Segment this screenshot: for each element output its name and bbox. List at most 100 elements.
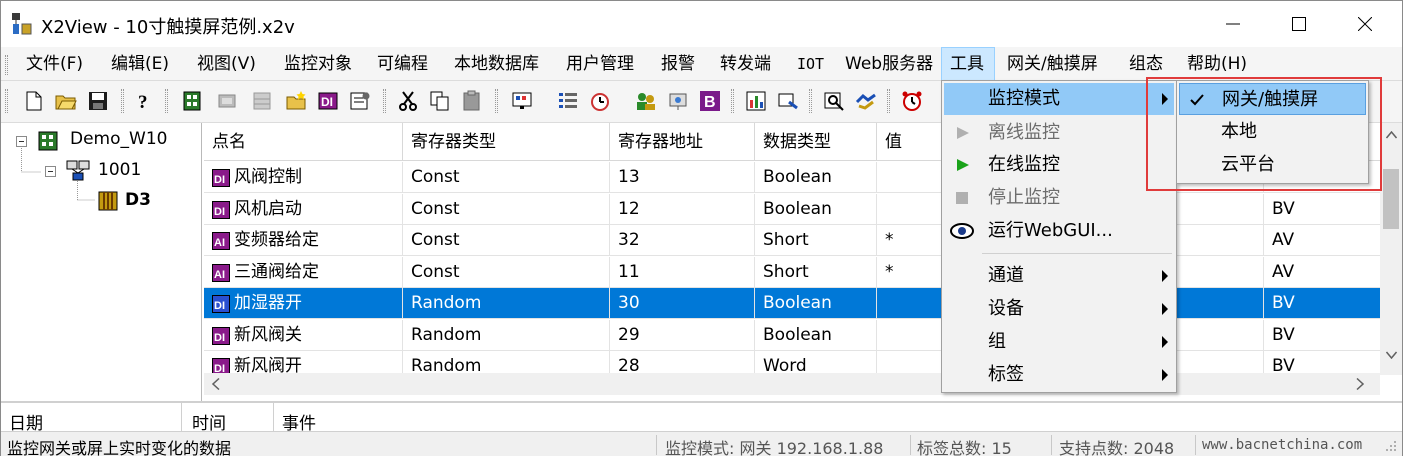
new-file-icon[interactable] <box>23 90 45 112</box>
collapse-toggle[interactable] <box>45 166 56 177</box>
header-register-type[interactable]: 寄存器类型 <box>403 123 610 161</box>
export-icon[interactable] <box>777 90 799 112</box>
event-header-event[interactable]: 事件 <box>282 409 316 431</box>
status-monitor-mode: 监控模式: 网关 192.168.1.88 <box>665 439 884 456</box>
status-bar: 监控网关或屏上实时变化的数据 监控模式: 网关 192.168.1.88 标签总… <box>1 431 1402 456</box>
menu-monitor-objects[interactable]: 监控对象 <box>284 47 352 81</box>
digital-input-icon: DI <box>212 169 230 187</box>
menu-file[interactable]: 文件(F) <box>26 47 83 81</box>
header-data-type[interactable]: 数据类型 <box>755 123 877 161</box>
menu-forwarder[interactable]: 转发端 <box>720 47 771 81</box>
add-group-icon[interactable] <box>251 90 273 112</box>
copy-icon[interactable] <box>429 90 451 112</box>
minimize-button[interactable] <box>1200 1 1266 47</box>
divider <box>1051 435 1052 455</box>
paste-icon[interactable] <box>461 90 483 112</box>
menu-item-offline-monitor[interactable]: 离线监控 <box>944 117 1174 149</box>
add-tag-icon[interactable]: DI <box>317 90 339 112</box>
add-folder-icon[interactable] <box>285 90 307 112</box>
menu-iot[interactable]: IOT <box>797 47 824 81</box>
open-folder-icon[interactable] <box>55 90 77 112</box>
event-header-time[interactable]: 时间 <box>192 409 226 431</box>
cell-dtype: Boolean <box>755 319 877 351</box>
scroll-right-icon[interactable] <box>1356 378 1364 390</box>
menu-item-tag[interactable]: 标签 <box>944 359 1174 391</box>
help-icon[interactable]: ? <box>133 90 155 112</box>
close-button[interactable] <box>1332 1 1398 47</box>
chart-icon[interactable] <box>745 90 767 112</box>
alarm-clock-icon[interactable] <box>901 90 923 112</box>
analog-input-icon: AI <box>212 232 230 250</box>
users-icon[interactable] <box>635 90 657 112</box>
table-row[interactable]: DI 风机启动 Const 12 Boolean BV <box>204 193 1381 225</box>
table-row[interactable]: DI 新风阀开 Random 28 Word BV <box>204 351 1381 375</box>
maximize-icon <box>1292 17 1306 31</box>
tree-root-label[interactable]: Demo_W10 <box>70 129 167 149</box>
menu-item-online-monitor[interactable]: 在线监控 <box>944 149 1174 181</box>
header-register-address[interactable]: 寄存器地址 <box>610 123 755 161</box>
vertical-scroll-thumb[interactable] <box>1383 169 1399 229</box>
cut-icon[interactable] <box>397 90 419 112</box>
menu-item-monitor-mode[interactable]: 监控模式 <box>944 83 1174 115</box>
menu-item-run-webgui[interactable]: 运行WebGUI... <box>944 215 1174 247</box>
menu-gateway-touchscreen[interactable]: 网关/触摸屏 <box>1007 47 1098 81</box>
submenu-arrow-icon <box>1162 270 1168 282</box>
header-point-name[interactable]: 点名 <box>204 123 403 161</box>
menu-configuration[interactable]: 组态 <box>1129 47 1163 81</box>
collapse-toggle[interactable] <box>16 136 27 147</box>
menu-item-stop-monitor[interactable]: 停止监控 <box>944 182 1174 214</box>
menu-edit[interactable]: 编辑(E) <box>111 47 169 81</box>
menu-alarm[interactable]: 报警 <box>661 47 695 81</box>
timer-icon[interactable] <box>589 90 611 112</box>
highlight-callout-box <box>1146 77 1382 191</box>
digital-input-icon: DI <box>212 295 230 313</box>
eye-icon <box>950 223 974 239</box>
menu-programmable[interactable]: 可编程 <box>377 47 428 81</box>
monitor-screen-icon[interactable] <box>511 90 533 112</box>
menu-item-group[interactable]: 组 <box>944 326 1174 358</box>
tree-group-label[interactable]: D3 <box>125 190 151 210</box>
toolbar-separator <box>495 89 498 113</box>
horizontal-scrollbar[interactable] <box>204 373 1380 395</box>
table-row[interactable]: AI 三通阀给定 Const 11 Short * AV <box>204 256 1381 288</box>
point-name: 风机启动 <box>234 198 302 219</box>
properties-icon[interactable] <box>349 90 371 112</box>
search-log-icon[interactable] <box>823 90 845 112</box>
network-icon[interactable] <box>667 90 689 112</box>
menu-item-device[interactable]: 设备 <box>944 293 1174 325</box>
network-device-icon <box>66 160 90 181</box>
menu-web-server[interactable]: Web服务器 <box>845 47 933 81</box>
save-icon[interactable] <box>87 90 109 112</box>
event-header-date[interactable]: 日期 <box>9 409 43 431</box>
table-row[interactable]: AI 变频器给定 Const 32 Short * AV <box>204 225 1381 256</box>
list-view-icon[interactable] <box>557 90 579 112</box>
bacnet-b-icon[interactable]: B <box>699 90 721 112</box>
add-device-icon[interactable] <box>216 90 238 112</box>
handshake-icon[interactable] <box>855 90 877 112</box>
close-icon <box>1358 17 1372 31</box>
status-website: www.bacnetchina.com <box>1202 437 1363 453</box>
point-name: 风阀控制 <box>234 167 302 187</box>
menu-help[interactable]: 帮助(H) <box>1187 47 1247 81</box>
menu-local-database[interactable]: 本地数据库 <box>454 47 539 81</box>
table-row[interactable]: DI 新风阀关 Random 29 Boolean BV <box>204 319 1381 351</box>
menu-user-management[interactable]: 用户管理 <box>566 47 634 81</box>
add-project-icon[interactable] <box>181 90 203 112</box>
menu-tools[interactable]: 工具 <box>941 47 995 81</box>
menu-view[interactable]: 视图(V) <box>197 47 256 81</box>
scroll-up-icon[interactable] <box>1386 131 1397 139</box>
resize-grip-icon[interactable] <box>1385 440 1397 452</box>
table-row[interactable]: DI 加湿器开 Random 30 Boolean BV <box>204 288 1381 319</box>
divider <box>656 435 657 455</box>
scroll-left-icon[interactable] <box>212 378 220 390</box>
vertical-scrollbar[interactable] <box>1380 123 1402 375</box>
submenu-arrow-icon <box>1162 369 1168 381</box>
submenu-arrow-icon <box>1162 303 1168 315</box>
svg-text:AI: AI <box>214 269 225 281</box>
maximize-button[interactable] <box>1266 1 1332 47</box>
scroll-down-icon[interactable] <box>1386 351 1397 359</box>
cell-type: BV <box>1264 288 1381 319</box>
cell-dtype: Short <box>755 256 877 288</box>
menu-item-channel[interactable]: 通道 <box>944 260 1174 292</box>
tree-device-label[interactable]: 1001 <box>98 160 141 180</box>
